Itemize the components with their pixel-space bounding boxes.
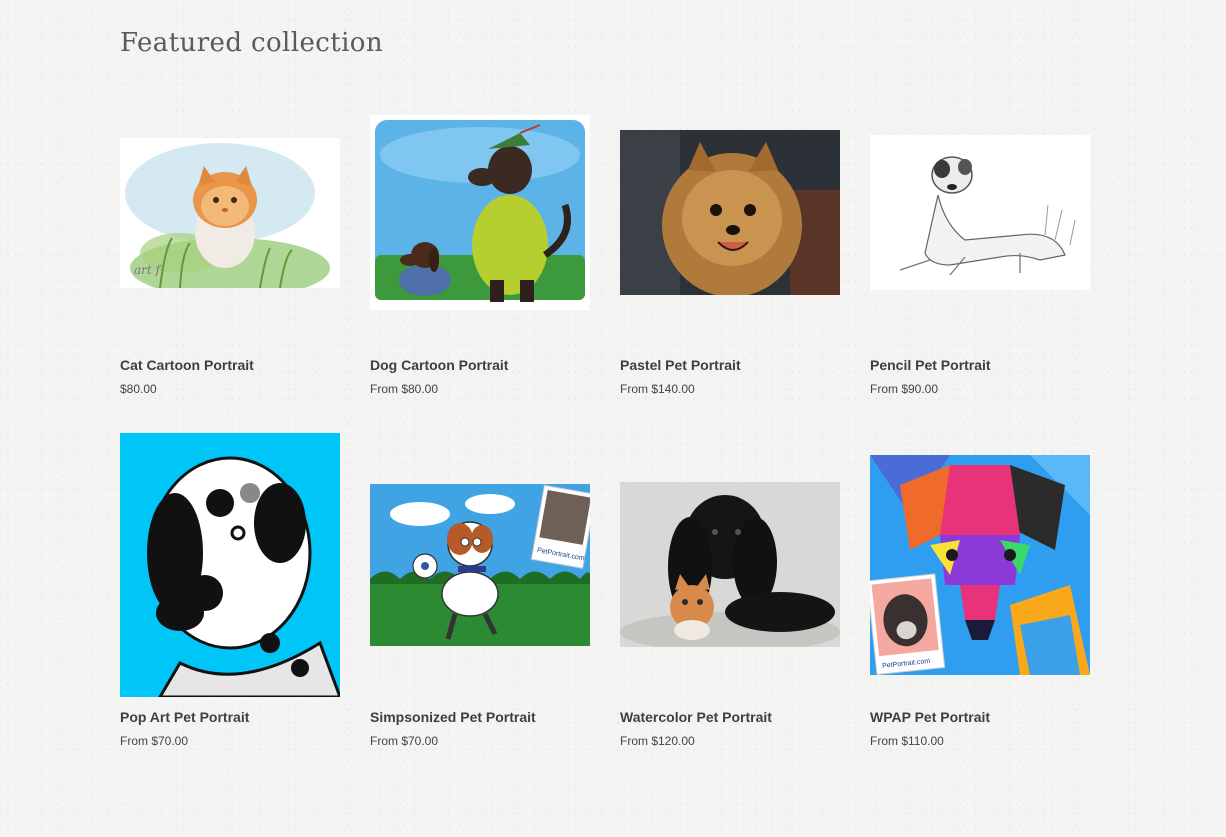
product-price: From $70.00 [370, 734, 439, 748]
product-price: From $110.00 [870, 734, 944, 748]
signature-text: art f [134, 263, 163, 277]
product-price: $80.00 [120, 382, 157, 396]
product-price: From $140.00 [620, 382, 695, 396]
product-title[interactable]: Pastel Pet Portrait [620, 357, 741, 373]
product-price: From $90.00 [870, 382, 939, 396]
product-title[interactable]: Simpsonized Pet Portrait [370, 709, 536, 725]
product-title[interactable]: Pop Art Pet Portrait [120, 709, 249, 725]
product-price: From $70.00 [120, 734, 189, 748]
pomeranian-pastel-portrait-image[interactable] [620, 130, 840, 295]
product-title[interactable]: Pencil Pet Portrait [870, 357, 991, 373]
product-title[interactable]: Dog Cartoon Portrait [370, 357, 508, 373]
spaniel-and-cat-watercolor-image[interactable] [620, 482, 840, 647]
section-title: Featured collection [120, 28, 383, 58]
dogs-cartoon-portrait-image[interactable] [370, 115, 590, 310]
product-title[interactable]: WPAP Pet Portrait [870, 709, 990, 725]
dog-simpsonized-cartoon-image[interactable]: PetPortrait.com [370, 484, 590, 646]
dog-pencil-sketch-image[interactable] [870, 135, 1090, 290]
cat-watercolor-portrait-image[interactable]: art f [120, 138, 340, 288]
dog-wpap-colorful-image[interactable]: PetPortrait.com [870, 455, 1090, 675]
product-title[interactable]: Cat Cartoon Portrait [120, 357, 254, 373]
product-title[interactable]: Watercolor Pet Portrait [620, 709, 772, 725]
product-price: From $80.00 [370, 382, 439, 396]
dalmatian-pop-art-image[interactable] [120, 433, 340, 697]
product-price: From $120.00 [620, 734, 695, 748]
